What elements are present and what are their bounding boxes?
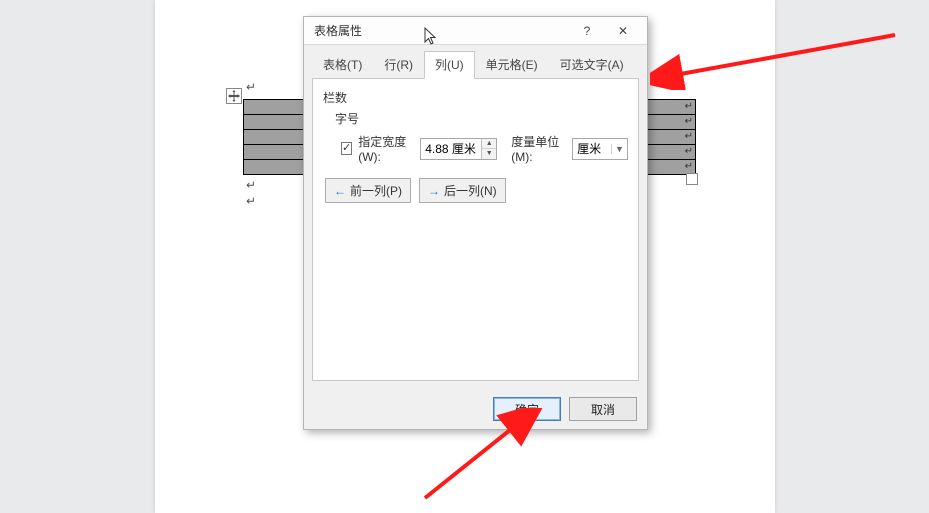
dialog-footer: 确定 取消: [304, 389, 647, 429]
cancel-button[interactable]: 取消: [569, 397, 637, 421]
cell-mark: ↵: [685, 116, 693, 127]
measure-unit-label: 度量单位(M):: [511, 133, 566, 164]
table-resize-handle[interactable]: [686, 173, 698, 185]
sub-label-size: 字号: [335, 110, 628, 127]
width-value[interactable]: 4.88 厘米: [421, 140, 481, 157]
dialog-tabs: 表格(T) 行(R) 列(U) 单元格(E) 可选文字(A): [304, 45, 647, 79]
paragraph-mark: ↵: [246, 194, 256, 208]
table-properties-dialog: 表格属性 ? ✕ 表格(T) 行(R) 列(U) 单元格(E) 可选文字(A) …: [303, 16, 648, 430]
cell-mark: ↵: [685, 161, 693, 172]
paragraph-mark: ↵: [246, 178, 256, 192]
tab-row[interactable]: 行(R): [373, 51, 424, 79]
specify-width-checkbox[interactable]: [341, 142, 352, 155]
dialog-title: 表格属性: [314, 22, 569, 39]
tab-panel-column: 栏数 字号 指定宽度(W): 4.88 厘米 ▲ ▼ 度量单位(M): 厘米 ▼…: [312, 78, 639, 381]
next-column-button[interactable]: → 后一列(N): [419, 178, 506, 203]
width-input[interactable]: 4.88 厘米 ▲ ▼: [420, 138, 497, 160]
chevron-down-icon[interactable]: ▼: [611, 144, 627, 154]
unit-value: 厘米: [573, 140, 611, 157]
table-move-handle-icon[interactable]: [226, 88, 242, 104]
spin-up-icon[interactable]: ▲: [482, 139, 496, 149]
arrow-left-icon: ←: [334, 184, 346, 198]
tab-alt-text[interactable]: 可选文字(A): [549, 51, 635, 79]
tab-table[interactable]: 表格(T): [312, 51, 373, 79]
cell-mark: ↵: [685, 131, 693, 142]
spin-down-icon[interactable]: ▼: [482, 149, 496, 159]
unit-select[interactable]: 厘米 ▼: [572, 138, 628, 160]
dialog-titlebar[interactable]: 表格属性 ? ✕: [304, 17, 647, 45]
ok-button[interactable]: 确定: [493, 397, 561, 421]
close-button[interactable]: ✕: [605, 20, 641, 42]
cell-mark: ↵: [685, 146, 693, 157]
specify-width-label: 指定宽度(W):: [358, 133, 414, 164]
tab-cell[interactable]: 单元格(E): [475, 51, 549, 79]
prev-column-label: 前一列(P): [350, 182, 402, 199]
tab-column[interactable]: 列(U): [424, 51, 475, 79]
paragraph-mark: ↵: [246, 80, 256, 94]
arrow-right-icon: →: [428, 184, 440, 198]
prev-column-button[interactable]: ← 前一列(P): [325, 178, 411, 203]
width-spinner[interactable]: ▲ ▼: [481, 139, 496, 159]
group-label-columns: 栏数: [323, 89, 628, 106]
cell-mark: ↵: [685, 101, 693, 112]
next-column-label: 后一列(N): [444, 182, 497, 199]
help-button[interactable]: ?: [569, 20, 605, 42]
